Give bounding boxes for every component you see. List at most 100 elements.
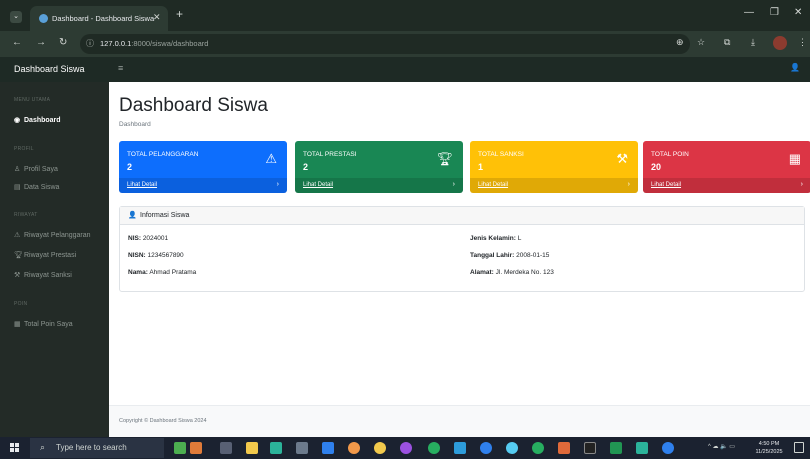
app-icon-green[interactable] <box>428 442 440 454</box>
search-icon: ⌕ <box>40 442 46 452</box>
sidebar-item-dashboard[interactable]: ◉ Dashboard <box>14 116 61 124</box>
breadcrumb: Dashboard <box>119 121 151 128</box>
vscode-icon[interactable] <box>322 442 334 454</box>
profile-avatar[interactable] <box>773 36 787 50</box>
github-desktop-icon[interactable] <box>270 442 282 454</box>
file-explorer-icon[interactable] <box>246 442 258 454</box>
info-siswa-card: 👤 Informasi Siswa NIS: 2024001 NISN: 123… <box>119 206 805 292</box>
sidebar-item-total-poin[interactable]: ▦ Total Poin Saya <box>14 320 73 328</box>
calculator-icon: ▦ <box>14 321 21 328</box>
reload-icon[interactable]: ↻ <box>59 37 67 48</box>
back-icon[interactable]: ← <box>12 37 22 48</box>
app-icon-mint[interactable] <box>636 442 648 454</box>
site-info-icon[interactable]: ⓘ <box>86 38 94 49</box>
forward-icon[interactable]: → <box>36 37 46 48</box>
tiktok-icon[interactable] <box>584 442 596 454</box>
app-brand[interactable]: Dashboard Siswa <box>14 64 85 74</box>
card-total-prestasi: TOTAL PRESTASI 2 🏆︎ Lihat Detail › <box>295 141 463 193</box>
card-total-sanksi: TOTAL SANKSI 1 ⚒ Lihat Detail › <box>470 141 638 193</box>
taskbar-search-placeholder: Type here to search <box>56 443 127 452</box>
extensions-icon[interactable]: ⧉ <box>724 37 730 48</box>
card-footer[interactable]: Lihat Detail › <box>470 178 638 193</box>
chevron-right-icon: › <box>452 181 455 188</box>
id-card-icon: ▤ <box>14 184 21 191</box>
card-detail-link[interactable]: Lihat Detail <box>303 182 333 188</box>
app-icon-orange[interactable] <box>558 442 570 454</box>
card-detail-link[interactable]: Lihat Detail <box>127 182 157 188</box>
weather-app-icon[interactable] <box>174 442 186 454</box>
app-icon-teal[interactable] <box>532 442 544 454</box>
system-tray-icons[interactable]: ^ ☁ 🔈 ▭ <box>708 443 735 450</box>
os-taskbar: ⌕ Type here to search ^ ☁ 🔈 ▭ 4:50 PM 11… <box>0 437 810 459</box>
app-navbar: Dashboard Siswa ≡ 👤 <box>0 57 810 82</box>
sidebar-heading: PROFIL <box>14 146 34 152</box>
task-view-icon[interactable] <box>220 442 232 454</box>
taskbar-search[interactable]: ⌕ Type here to search <box>30 438 164 458</box>
tab-search-icon[interactable]: ⌄ <box>10 11 22 23</box>
card-value: 1 <box>478 162 484 172</box>
field-tanggal-lahir: Tanggal Lahir: 2008-01-15 <box>470 252 550 259</box>
chrome-icon[interactable] <box>374 442 386 454</box>
app-icon-purple[interactable] <box>400 442 412 454</box>
clock[interactable]: 4:50 PM 11/25/2025 <box>752 440 786 456</box>
chevron-right-icon: › <box>627 181 630 188</box>
card-detail-link[interactable]: Lihat Detail <box>478 182 508 188</box>
zoom-icon[interactable]: ⊕ <box>676 37 684 48</box>
user-menu-icon[interactable]: 👤 <box>790 63 800 72</box>
app-icon-blue-round[interactable] <box>480 442 492 454</box>
gavel-icon: ⚒ <box>14 272 21 279</box>
restore-icon[interactable]: ❐ <box>770 7 779 18</box>
card-footer[interactable]: Lihat Detail › <box>643 178 810 193</box>
sidebar-item-riwayat-prestasi[interactable]: 🏆︎Riwayat Prestasi <box>14 251 76 259</box>
info-card-header: 👤 Informasi Siswa <box>120 207 804 225</box>
trophy-icon: 🏆︎ <box>14 252 23 259</box>
browser-tab[interactable]: Dashboard - Dashboard Siswa ✕ <box>30 6 168 31</box>
sidebar: MENU UTAMA ◉ Dashboard PROFIL ♙ Profil Say… <box>0 82 109 437</box>
minimize-icon[interactable]: — <box>744 7 754 18</box>
firefox-icon[interactable] <box>348 442 360 454</box>
sidebar-item-data-siswa[interactable]: ▤ Data Siswa <box>14 183 59 191</box>
chevron-right-icon: › <box>800 181 803 188</box>
card-footer[interactable]: Lihat Detail › <box>295 178 463 193</box>
url-field[interactable]: ⓘ 127.0.0.1:8000/siswa/dashboard <box>80 34 690 54</box>
field-nisn: NISN: 1234567890 <box>128 252 184 259</box>
app-icon-dark-green[interactable] <box>610 442 622 454</box>
card-label: TOTAL POIN <box>651 151 689 158</box>
copyright-text: Copyright © Dashboard Siswa 2024 <box>119 418 207 424</box>
sidebar-toggle-icon[interactable]: ≡ <box>118 63 123 73</box>
browser-menu-icon[interactable]: ⋮ <box>798 37 807 48</box>
info-card-title: Informasi Siswa <box>140 212 190 219</box>
calculator-icon: ▦ <box>788 151 801 166</box>
notification-icon[interactable] <box>794 442 804 453</box>
warning-icon: ⚠ <box>14 232 21 239</box>
field-nama: Nama: Ahmad Pratama <box>128 269 197 276</box>
card-detail-link[interactable]: Lihat Detail <box>651 182 681 188</box>
tab-title: Dashboard - Dashboard Siswa <box>52 14 155 23</box>
sidebar-item-riwayat-sanksi[interactable]: ⚒ Riwayat Sanksi <box>14 271 72 279</box>
edge-icon[interactable] <box>506 442 518 454</box>
download-icon[interactable]: ⤓ <box>751 37 755 48</box>
sidebar-heading: MENU UTAMA <box>14 97 51 103</box>
main-content: Dashboard Siswa Dashboard TOTAL PELANGGA… <box>109 82 810 437</box>
bookmark-star-icon[interactable]: ☆ <box>697 37 705 48</box>
app-icon-globe[interactable] <box>662 442 674 454</box>
sidebar-heading: RIWAYAT <box>14 212 38 218</box>
card-total-pelanggaran: TOTAL PELANGGARAN 2 ⚠ Lihat Detail › <box>119 141 287 193</box>
chevron-right-icon: › <box>276 181 279 188</box>
sidebar-heading: POIN <box>14 301 28 307</box>
url-text: 127.0.0.1:8000/siswa/dashboard <box>100 39 209 48</box>
new-tab-icon[interactable]: + <box>176 7 183 21</box>
card-footer[interactable]: Lihat Detail › <box>119 178 287 193</box>
card-value: 2 <box>303 162 309 172</box>
warning-icon: ⚠ <box>265 151 277 166</box>
sidebar-item-profil[interactable]: ♙ Profil Saya <box>14 165 58 173</box>
card-label: TOTAL PRESTASI <box>303 151 357 158</box>
close-window-icon[interactable]: ✕ <box>794 7 802 18</box>
app-icon-blue[interactable] <box>454 442 466 454</box>
sidebar-item-riwayat-pelanggaran[interactable]: ⚠ Riwayat Pelanggaran <box>14 231 91 239</box>
windows-start-icon[interactable] <box>10 443 20 453</box>
widgets-app-icon[interactable] <box>190 442 202 454</box>
browser-tab-bar: ⌄ Dashboard - Dashboard Siswa ✕ + — ❐ ✕ <box>0 0 810 31</box>
terminal-icon[interactable] <box>296 442 308 454</box>
tab-close-icon[interactable]: ✕ <box>153 12 161 23</box>
